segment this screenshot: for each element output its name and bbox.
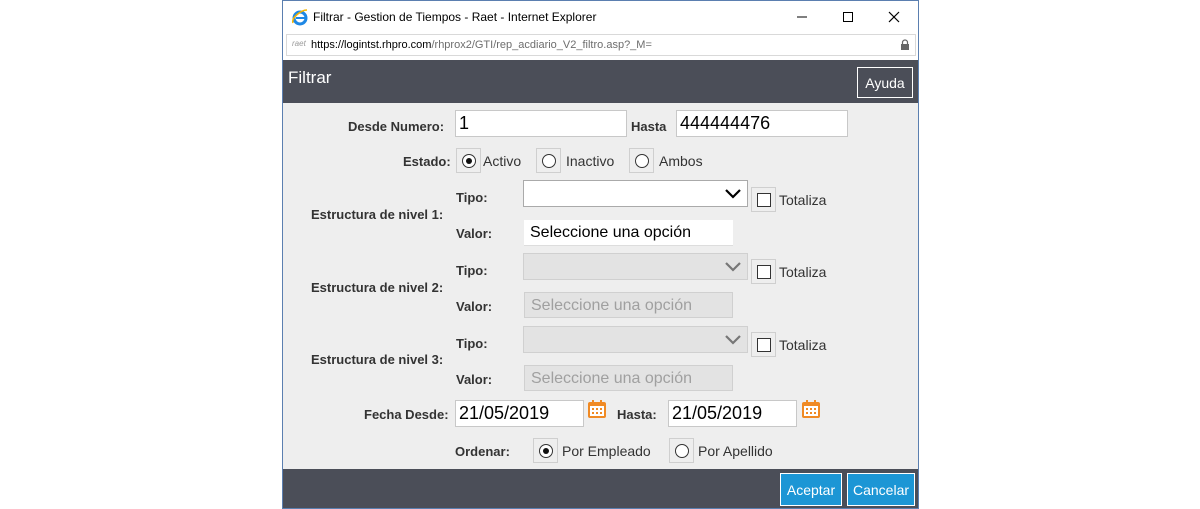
estado-activo-label: Activo	[483, 153, 522, 169]
nivel3-tipo-select[interactable]	[523, 326, 748, 353]
address-bar[interactable]: raet https://logintst.rhpro.com/rhprox2/…	[286, 34, 916, 56]
help-button[interactable]: Ayuda	[857, 67, 913, 98]
browser-window: Filtrar - Gestion de Tiempos - Raet - In…	[282, 0, 919, 509]
estado-label: Estado:	[403, 154, 451, 169]
estado-inactivo-label: Inactivo	[566, 153, 615, 169]
checkbox-icon	[757, 193, 771, 207]
nivel2-tipo-label: Tipo:	[456, 263, 488, 278]
maximize-button[interactable]	[825, 1, 871, 33]
chevron-down-icon	[725, 335, 741, 345]
nivel3-totaliza-checkbox[interactable]	[751, 332, 776, 357]
url-text: https://logintst.rhpro.com/rhprox2/GTI/r…	[311, 39, 652, 51]
maximize-icon	[843, 12, 853, 22]
cancel-button[interactable]: Cancelar	[847, 473, 915, 506]
ordenar-label: Ordenar:	[455, 444, 510, 459]
nivel3-tipo-label: Tipo:	[456, 336, 488, 351]
nivel2-totaliza-label: Totaliza	[779, 264, 827, 280]
chevron-down-icon	[725, 262, 741, 272]
nivel3-label: Estructura de nivel 3:	[311, 352, 444, 367]
desde-numero-input[interactable]: 1	[455, 110, 627, 137]
ordenar-apellido-radio[interactable]	[669, 438, 694, 463]
radio-checked-icon	[462, 154, 476, 168]
dialog-title: Filtrar	[288, 68, 332, 87]
close-icon	[888, 11, 900, 23]
nivel1-valor-label: Valor:	[456, 226, 493, 241]
calendar-icon[interactable]	[587, 399, 607, 419]
nivel2-valor-field[interactable]: Seleccione una opción	[524, 292, 733, 318]
ordenar-empleado-label: Por Empleado	[562, 443, 651, 459]
fecha-desde-input[interactable]: 21/05/2019	[455, 400, 584, 427]
nivel2-label: Estructura de nivel 2:	[311, 280, 444, 295]
hasta-numero-input[interactable]: 444444476	[676, 110, 848, 137]
radio-unchecked-icon	[542, 154, 556, 168]
radio-checked-icon	[539, 444, 553, 458]
estado-activo-radio[interactable]	[456, 148, 481, 173]
dialog-header: Filtrar Ayuda	[283, 60, 918, 103]
nivel1-tipo-select[interactable]	[523, 180, 748, 207]
nivel2-tipo-select[interactable]	[523, 253, 748, 280]
fecha-hasta-label: Hasta:	[617, 407, 657, 422]
nivel1-totaliza-label: Totaliza	[779, 192, 827, 208]
checkbox-icon	[757, 338, 771, 352]
ordenar-empleado-radio[interactable]	[533, 438, 558, 463]
nivel3-valor-label: Valor:	[456, 372, 493, 387]
nivel3-valor-field[interactable]: Seleccione una opción	[524, 365, 733, 391]
radio-unchecked-icon	[675, 444, 689, 458]
fecha-hasta-input[interactable]: 21/05/2019	[668, 400, 797, 427]
lock-icon	[901, 39, 909, 50]
nivel1-totaliza-checkbox[interactable]	[751, 187, 776, 212]
title-bar: Filtrar - Gestion de Tiempos - Raet - In…	[283, 1, 918, 33]
site-badge: raet	[292, 39, 306, 48]
estado-inactivo-radio[interactable]	[536, 148, 561, 173]
dialog-footer: Aceptar Cancelar	[283, 469, 918, 508]
radio-unchecked-icon	[635, 154, 649, 168]
minimize-button[interactable]	[779, 1, 825, 33]
estado-ambos-radio[interactable]	[629, 148, 654, 173]
close-button[interactable]	[871, 1, 917, 33]
ie-logo-icon	[292, 9, 308, 26]
checkbox-icon	[757, 265, 771, 279]
accept-button[interactable]: Aceptar	[780, 473, 842, 506]
fecha-desde-label: Fecha Desde:	[364, 407, 449, 422]
nivel1-label: Estructura de nivel 1:	[311, 207, 444, 222]
nivel1-tipo-label: Tipo:	[456, 190, 488, 205]
window-title: Filtrar - Gestion de Tiempos - Raet - In…	[313, 10, 597, 24]
minimize-icon	[797, 16, 807, 18]
filter-form: Desde Numero: 1 Hasta 444444476 Estado: …	[283, 103, 918, 469]
nivel3-totaliza-label: Totaliza	[779, 337, 827, 353]
nivel2-totaliza-checkbox[interactable]	[751, 259, 776, 284]
nivel2-valor-label: Valor:	[456, 299, 493, 314]
calendar-icon[interactable]	[801, 399, 821, 419]
nivel1-valor-field[interactable]: Seleccione una opción	[524, 220, 733, 246]
ordenar-apellido-label: Por Apellido	[698, 443, 773, 459]
chevron-down-icon	[725, 189, 741, 199]
estado-ambos-label: Ambos	[659, 153, 703, 169]
hasta-numero-label: Hasta	[631, 119, 667, 134]
desde-numero-label: Desde Numero:	[348, 119, 445, 134]
